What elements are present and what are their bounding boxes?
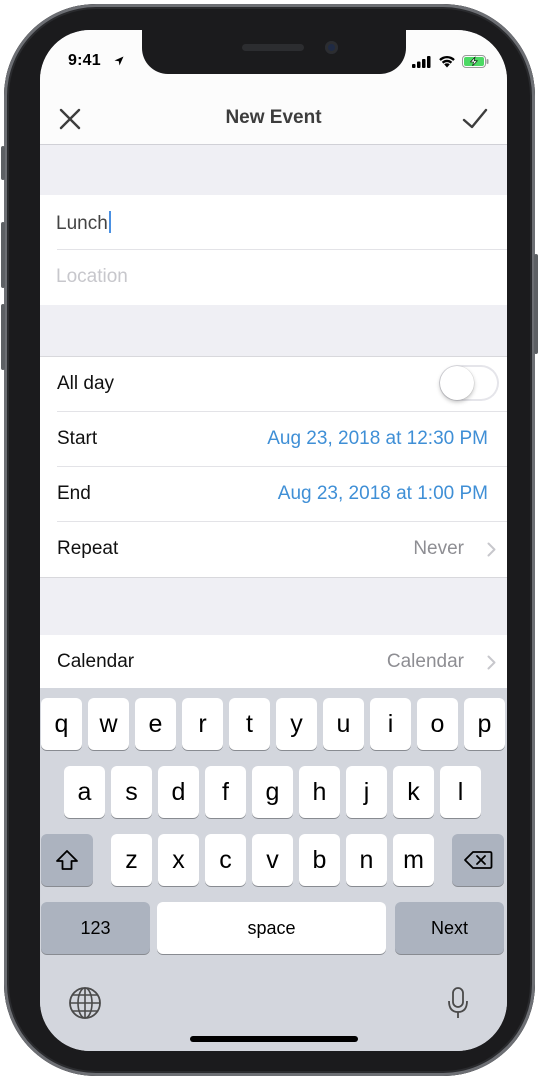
wifi-icon: [439, 55, 455, 68]
chevron-right-icon: [487, 542, 496, 557]
calendar-group: Calendar Calendar: [40, 635, 507, 690]
end-label: End: [57, 483, 91, 504]
title-field-row[interactable]: Lunch: [40, 195, 507, 250]
checkmark-icon[interactable]: [461, 106, 489, 132]
key-c[interactable]: c: [205, 834, 246, 886]
location-arrow-icon: [114, 56, 124, 66]
end-value[interactable]: Aug 23, 2018 at 1:00 PM: [278, 483, 488, 505]
microphone-icon[interactable]: [446, 986, 470, 1020]
key-a[interactable]: a: [64, 766, 105, 818]
power-button: [534, 254, 538, 354]
side-button: [1, 146, 5, 180]
key-m[interactable]: m: [393, 834, 434, 886]
volume-up-button: [1, 222, 5, 288]
notch: [142, 30, 406, 74]
key-r[interactable]: r: [182, 698, 223, 750]
shift-icon: [56, 850, 78, 870]
calendar-label: Calendar: [57, 651, 135, 672]
key-y[interactable]: y: [276, 698, 317, 750]
key-h[interactable]: h: [299, 766, 340, 818]
battery-charging-icon: [462, 55, 489, 68]
key-s[interactable]: s: [111, 766, 152, 818]
key-b[interactable]: b: [299, 834, 340, 886]
volume-down-button: [1, 304, 5, 370]
status-icons: [412, 55, 489, 68]
title-location-group: Lunch Location: [40, 195, 507, 305]
key-j[interactable]: j: [346, 766, 387, 818]
repeat-label: Repeat: [57, 538, 119, 559]
repeat-value: Never: [413, 538, 464, 559]
key-w[interactable]: w: [88, 698, 129, 750]
location-field[interactable]: Location: [56, 266, 128, 288]
key-v[interactable]: v: [252, 834, 293, 886]
key-o[interactable]: o: [417, 698, 458, 750]
key-t[interactable]: t: [229, 698, 270, 750]
start-label: Start: [57, 428, 98, 449]
delete-backward-icon: [464, 851, 493, 869]
key-k[interactable]: k: [393, 766, 434, 818]
end-row[interactable]: End Aug 23, 2018 at 1:00 PM: [40, 467, 507, 522]
all-day-row: All day: [40, 357, 507, 412]
chevron-right-icon: [487, 655, 496, 670]
camera: [325, 41, 338, 54]
speaker: [242, 44, 304, 51]
globe-icon[interactable]: [68, 986, 102, 1020]
all-day-label: All day: [57, 373, 115, 394]
start-value[interactable]: Aug 23, 2018 at 12:30 PM: [267, 428, 488, 450]
repeat-row[interactable]: Repeat Never: [40, 522, 507, 577]
key-g[interactable]: g: [252, 766, 293, 818]
screen: 9:41 New Event Lunch Location All day St…: [40, 30, 507, 1051]
key-i[interactable]: i: [370, 698, 411, 750]
delete-key[interactable]: [452, 834, 504, 886]
key-x[interactable]: x: [158, 834, 199, 886]
status-time: 9:41: [68, 52, 101, 69]
key-l[interactable]: l: [440, 766, 481, 818]
text-cursor: [108, 211, 111, 233]
key-d[interactable]: d: [158, 766, 199, 818]
location-field-row[interactable]: Location: [40, 250, 507, 305]
home-indicator: [190, 1036, 358, 1042]
toggle-knob: [440, 366, 474, 400]
cellular-signal-icon: [412, 55, 431, 68]
key-p[interactable]: p: [464, 698, 505, 750]
details-group: All day Start Aug 23, 2018 at 12:30 PM E…: [40, 356, 507, 578]
shift-key[interactable]: [41, 834, 93, 886]
navigation-bar: New Event: [40, 74, 507, 145]
space-key[interactable]: space: [157, 902, 386, 954]
next-key[interactable]: Next: [395, 902, 504, 954]
key-n[interactable]: n: [346, 834, 387, 886]
calendar-value: Calendar: [386, 651, 464, 672]
all-day-toggle[interactable]: [439, 365, 499, 401]
keyboard: qwertyuiop asdfghjkl zxcvbnm 123 space N…: [40, 688, 507, 1051]
title-field[interactable]: Lunch: [56, 211, 111, 235]
page-title: New Event: [225, 107, 322, 128]
calendar-row[interactable]: Calendar Calendar: [40, 635, 507, 690]
key-e[interactable]: e: [135, 698, 176, 750]
start-row[interactable]: Start Aug 23, 2018 at 12:30 PM: [40, 412, 507, 467]
title-field-value: Lunch: [56, 213, 108, 234]
device-frame: 9:41 New Event Lunch Location All day St…: [1, 4, 538, 1076]
key-f[interactable]: f: [205, 766, 246, 818]
key-u[interactable]: u: [323, 698, 364, 750]
key-z[interactable]: z: [111, 834, 152, 886]
numbers-key[interactable]: 123: [41, 902, 150, 954]
key-q[interactable]: q: [41, 698, 82, 750]
